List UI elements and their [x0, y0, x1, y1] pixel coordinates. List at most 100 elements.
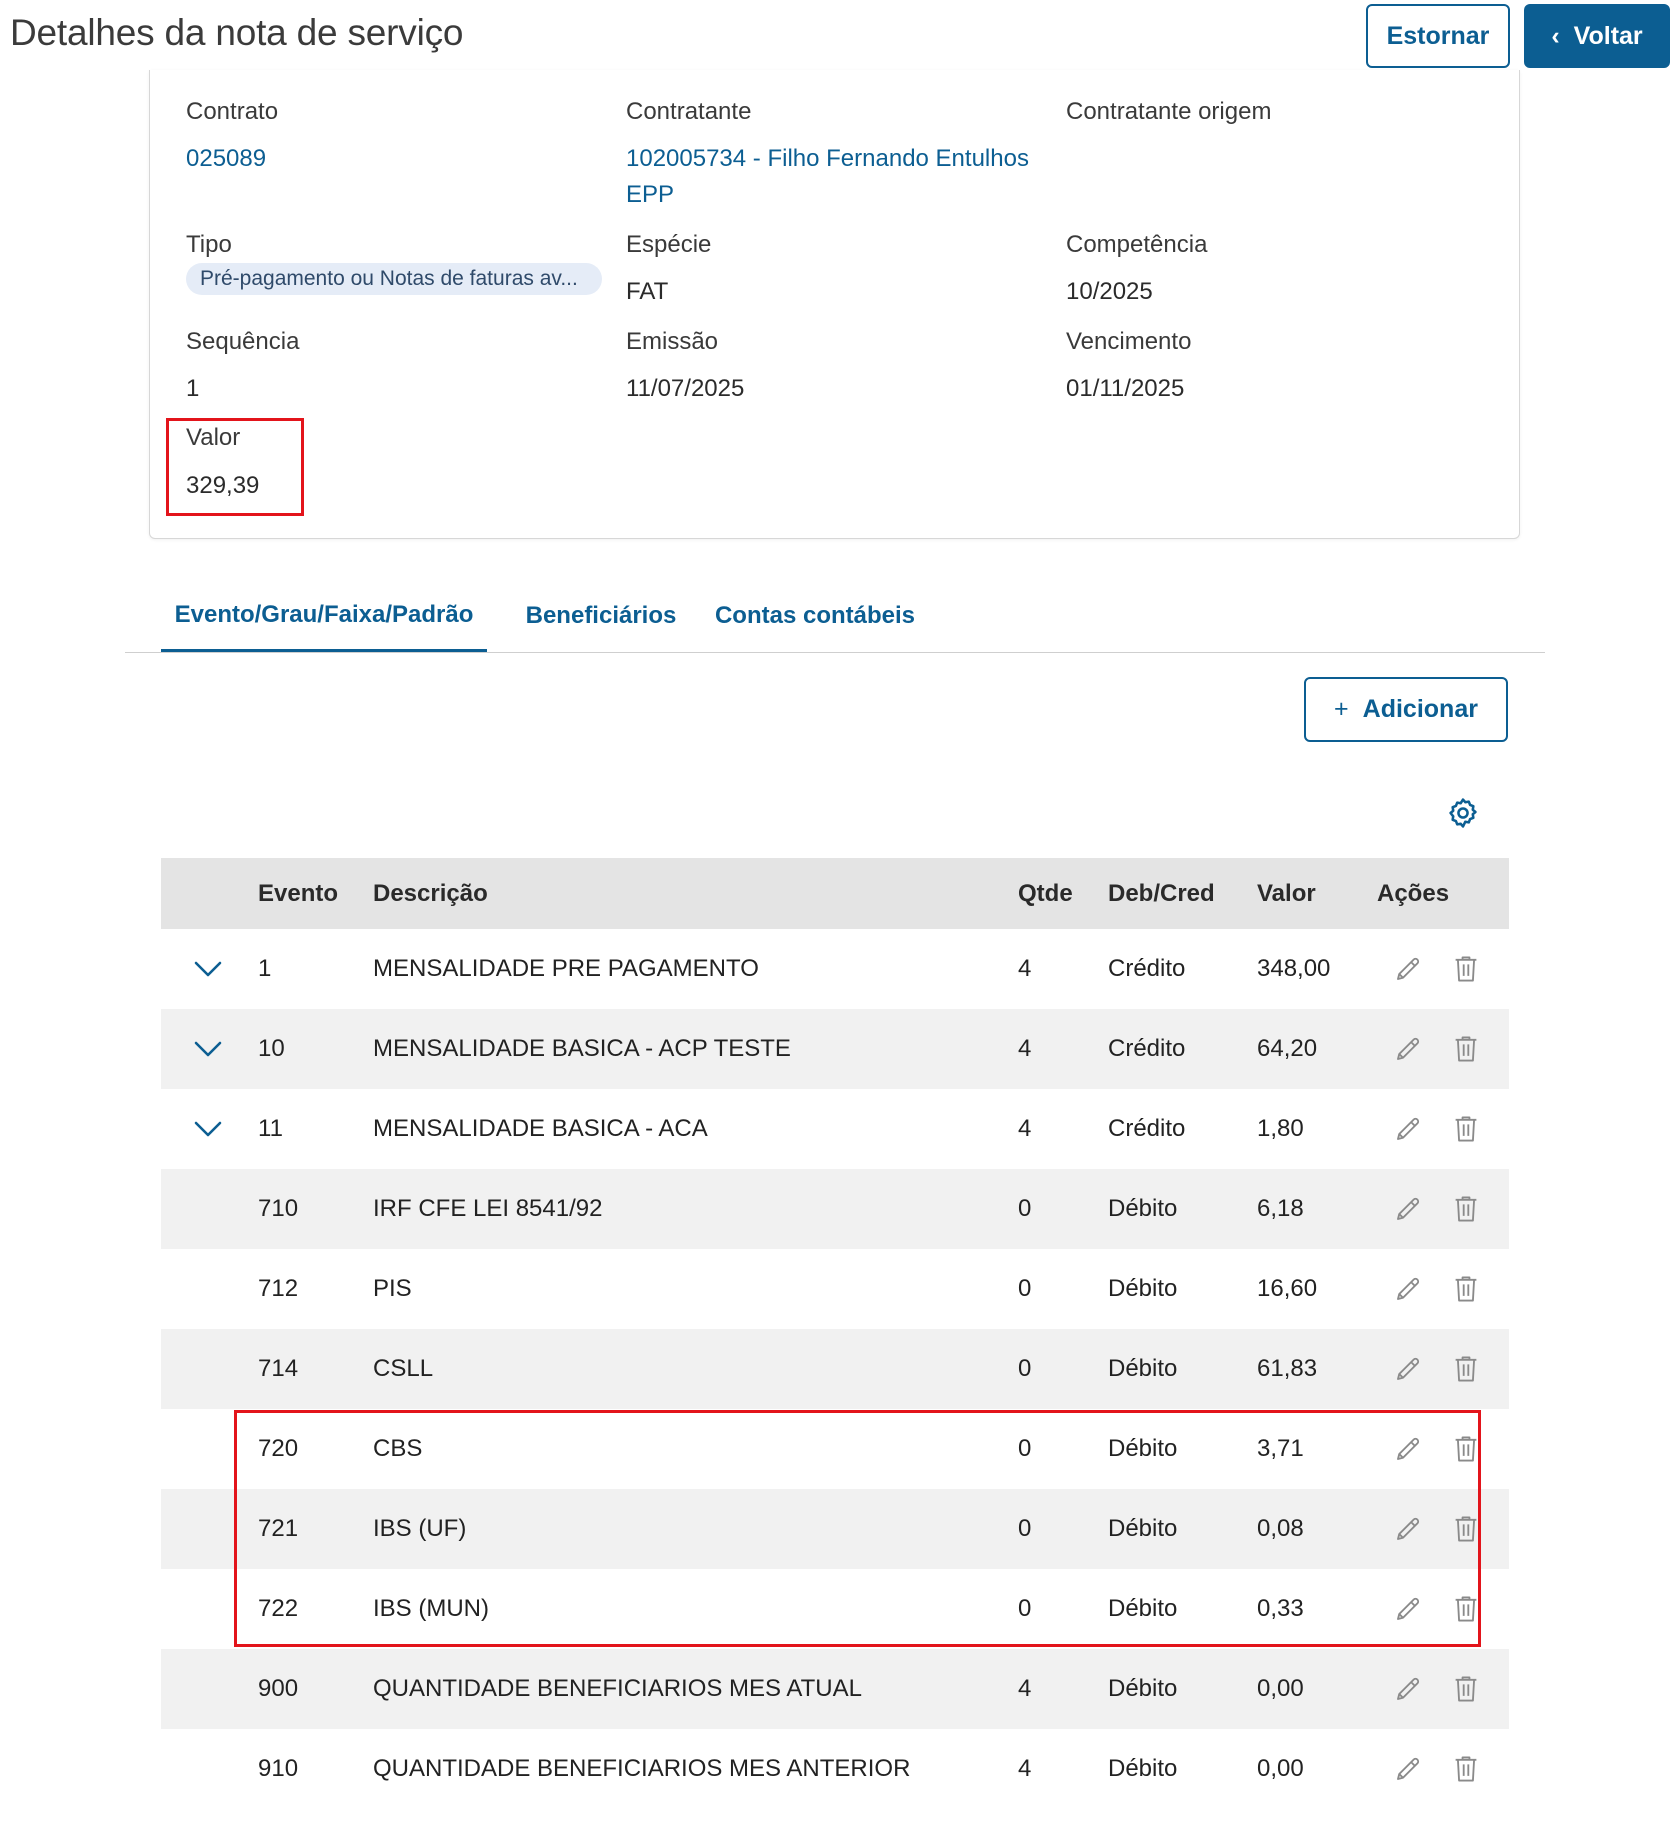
tipo-tag: Pré-pagamento ou Notas de faturas av... — [186, 263, 602, 295]
cell-deb-cred: Débito — [1108, 1195, 1178, 1222]
plus-icon: + — [1334, 695, 1349, 723]
trash-icon[interactable] — [1451, 1409, 1481, 1489]
cell-deb-cred: Débito — [1108, 1595, 1178, 1622]
trash-icon[interactable] — [1451, 1089, 1481, 1169]
trash-icon[interactable] — [1451, 1009, 1481, 1089]
estornar-label: Estornar — [1386, 21, 1490, 50]
cell-descricao: IBS (MUN) — [373, 1595, 489, 1622]
table-row: 710 IRF CFE LEI 8541/92 0 Débito 6,18 — [161, 1169, 1509, 1249]
cell-qtde: 0 — [1018, 1595, 1032, 1622]
cell-qtde: 4 — [1018, 1035, 1032, 1062]
edit-pencil-icon[interactable] — [1392, 1009, 1424, 1089]
trash-icon[interactable] — [1451, 1489, 1481, 1569]
especie-label: Espécie — [626, 231, 712, 258]
table-row: 714 CSLL 0 Débito 61,83 — [161, 1329, 1509, 1409]
cell-valor: 0,08 — [1257, 1515, 1304, 1542]
cell-deb-cred: Débito — [1108, 1275, 1178, 1302]
cell-descricao: MENSALIDADE PRE PAGAMENTO — [373, 955, 759, 982]
trash-icon[interactable] — [1451, 1249, 1481, 1329]
trash-icon[interactable] — [1451, 1649, 1481, 1729]
column-header-qtde: Qtde — [1018, 880, 1073, 907]
cell-deb-cred: Crédito — [1108, 955, 1186, 982]
page-title: Detalhes da nota de serviço — [10, 12, 464, 53]
cell-evento: 721 — [258, 1515, 299, 1542]
table-row: 721 IBS (UF) 0 Débito 0,08 — [161, 1489, 1509, 1569]
cell-evento: 900 — [258, 1675, 299, 1702]
cell-descricao: QUANTIDADE BENEFICIARIOS MES ATUAL — [373, 1675, 862, 1702]
adicionar-button[interactable]: + Adicionar — [1304, 677, 1508, 742]
edit-pencil-icon[interactable] — [1392, 1729, 1424, 1809]
table-row: 722 IBS (MUN) 0 Débito 0,33 — [161, 1569, 1509, 1649]
chevron-down-icon[interactable] — [191, 929, 225, 1009]
cell-evento: 720 — [258, 1435, 299, 1462]
trash-icon[interactable] — [1451, 1729, 1481, 1809]
cell-valor: 0,00 — [1257, 1755, 1304, 1782]
trash-icon[interactable] — [1451, 1169, 1481, 1249]
tab-beneficiarios[interactable]: Beneficiários — [517, 580, 685, 652]
cell-evento: 10 — [258, 1035, 285, 1062]
edit-pencil-icon[interactable] — [1392, 1409, 1424, 1489]
vencimento-label: Vencimento — [1066, 328, 1192, 355]
cell-descricao: MENSALIDADE BASICA - ACP TESTE — [373, 1035, 791, 1062]
table-row: 1 MENSALIDADE PRE PAGAMENTO 4 Crédito 348,00 — [161, 929, 1509, 1009]
emissao-label: Emissão — [626, 328, 719, 355]
cell-descricao: IBS (UF) — [373, 1515, 467, 1542]
cell-qtde: 4 — [1018, 1675, 1032, 1702]
edit-pencil-icon[interactable] — [1392, 1569, 1424, 1649]
contrato-label: Contrato — [186, 98, 279, 125]
estornar-button[interactable]: Estornar — [1366, 4, 1510, 68]
table-row: 720 CBS 0 Débito 3,71 — [161, 1409, 1509, 1489]
edit-pencil-icon[interactable] — [1392, 1329, 1424, 1409]
emissao-value: 11/07/2025 — [626, 375, 745, 402]
cell-qtde: 0 — [1018, 1515, 1032, 1542]
vencimento-value: 01/11/2025 — [1066, 375, 1185, 402]
chevron-left-icon: ‹ — [1551, 21, 1560, 50]
trash-icon[interactable] — [1451, 1569, 1481, 1649]
edit-pencil-icon[interactable] — [1392, 1089, 1424, 1169]
tipo-label: Tipo — [186, 231, 232, 258]
gear-icon[interactable] — [1446, 796, 1480, 830]
edit-pencil-icon[interactable] — [1392, 1489, 1424, 1569]
cell-qtde: 4 — [1018, 1115, 1032, 1142]
cell-evento: 722 — [258, 1595, 299, 1622]
cell-deb-cred: Débito — [1108, 1515, 1178, 1542]
cell-valor: 348,00 — [1257, 955, 1331, 982]
sequencia-label: Sequência — [186, 328, 300, 355]
cell-valor: 0,00 — [1257, 1675, 1304, 1702]
valor-label: Valor — [186, 424, 241, 451]
cell-valor: 64,20 — [1257, 1035, 1318, 1062]
cell-descricao: CBS — [373, 1435, 423, 1462]
tab-evento-grau-faixa-padrao[interactable]: Evento/Grau/Faixa/Padrão — [161, 580, 487, 652]
edit-pencil-icon[interactable] — [1392, 1649, 1424, 1729]
valor-value: 329,39 — [186, 472, 260, 499]
trash-icon[interactable] — [1451, 1329, 1481, 1409]
contratante-link[interactable]: 102005734 - Filho Fernando Entulhos EPP — [626, 141, 1056, 213]
cell-descricao: MENSALIDADE BASICA - ACA — [373, 1115, 708, 1142]
chevron-down-icon[interactable] — [191, 1089, 225, 1169]
tab-bar: Evento/Grau/Faixa/Padrão Beneficiários C… — [125, 580, 1545, 653]
cell-deb-cred: Débito — [1108, 1675, 1178, 1702]
column-header-deb-cred: Deb/Cred — [1108, 880, 1215, 907]
cell-valor: 0,33 — [1257, 1595, 1304, 1622]
contratante-label: Contratante — [626, 98, 752, 125]
cell-deb-cred: Crédito — [1108, 1115, 1186, 1142]
voltar-button[interactable]: ‹ Voltar — [1524, 4, 1670, 68]
especie-value: FAT — [626, 278, 669, 305]
edit-pencil-icon[interactable] — [1392, 1169, 1424, 1249]
cell-qtde: 0 — [1018, 1435, 1032, 1462]
tab-contas-contabeis[interactable]: Contas contábeis — [712, 580, 918, 652]
table-row: 11 MENSALIDADE BASICA - ACA 4 Crédito 1,80 — [161, 1089, 1509, 1169]
cell-descricao: QUANTIDADE BENEFICIARIOS MES ANTERIOR — [373, 1755, 911, 1782]
contrato-link[interactable]: 025089 — [186, 141, 266, 177]
cell-deb-cred: Crédito — [1108, 1035, 1186, 1062]
trash-icon[interactable] — [1451, 929, 1481, 1009]
voltar-label: Voltar — [1573, 21, 1643, 50]
edit-pencil-icon[interactable] — [1392, 1249, 1424, 1329]
chevron-down-icon[interactable] — [191, 1009, 225, 1089]
events-table: Evento Descrição Qtde Deb/Cred Valor Açõ… — [161, 858, 1509, 1809]
contratante-value-line1: 102005734 - Filho Fernando Entulhos — [626, 145, 1029, 172]
column-header-evento: Evento — [258, 880, 339, 907]
column-header-descricao: Descrição — [373, 880, 488, 907]
edit-pencil-icon[interactable] — [1392, 929, 1424, 1009]
cell-descricao: PIS — [373, 1275, 412, 1302]
